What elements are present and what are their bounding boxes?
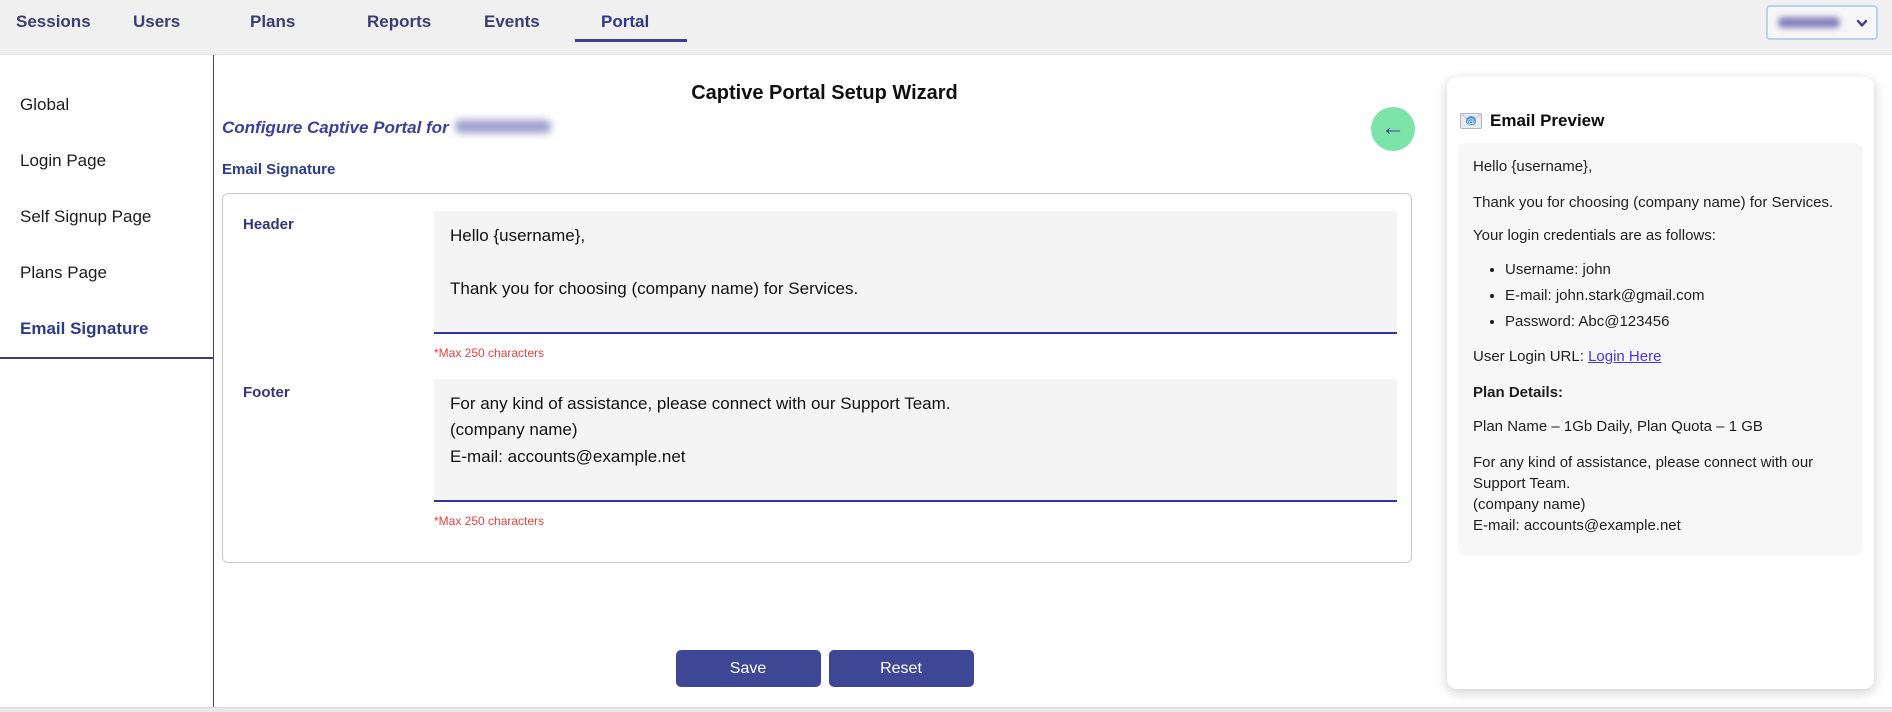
sidebar-item-global[interactable]: Global xyxy=(0,77,213,133)
header-max-chars-hint: *Max 250 characters xyxy=(434,346,544,360)
page-bottom-edge xyxy=(0,707,1892,712)
preview-credentials-intro: Your login credentials are as follows: xyxy=(1473,226,1847,246)
preview-thanks: Thank you for choosing (company name) fo… xyxy=(1473,193,1847,213)
preview-greeting: Hello {username}, xyxy=(1473,157,1847,177)
page-title: Captive Portal Setup Wizard xyxy=(214,82,1435,105)
preview-footer-line: E-mail: accounts@example.net xyxy=(1473,516,1847,536)
save-button[interactable]: Save xyxy=(676,650,821,687)
preview-footer-line: (company name) xyxy=(1473,495,1847,515)
sidebar-item-email-signature[interactable]: Email Signature xyxy=(0,301,213,357)
credential-username: Username: john xyxy=(1505,260,1847,280)
login-url-row: User Login URL: Login Here xyxy=(1473,347,1847,367)
credentials-list: Username: john E-mail: john.stark@gmail.… xyxy=(1473,260,1847,333)
sidebar-item-label: Self Signup Page xyxy=(20,207,151,226)
arrow-left-icon: ← xyxy=(1381,116,1405,140)
tab-sessions[interactable]: Sessions xyxy=(16,0,133,42)
tab-sessions-label: Sessions xyxy=(16,12,91,39)
sidebar-item-login-page[interactable]: Login Page xyxy=(0,133,213,189)
sidebar-item-label: Plans Page xyxy=(20,263,107,282)
email-preview-body: Hello {username}, Thank you for choosing… xyxy=(1458,143,1863,555)
sidebar-divider xyxy=(213,55,214,707)
tab-portal-label: Portal xyxy=(601,12,649,39)
credential-password: Password: Abc@123456 xyxy=(1505,312,1847,332)
tab-reports-label: Reports xyxy=(367,12,431,39)
header-field-label: Header xyxy=(243,216,294,233)
tab-plans[interactable]: Plans xyxy=(250,0,367,42)
active-tab-underline xyxy=(575,39,687,42)
account-dropdown[interactable] xyxy=(1766,5,1878,40)
sidebar-item-self-signup-page[interactable]: Self Signup Page xyxy=(0,189,213,245)
plan-details-label: Plan Details: xyxy=(1473,383,1847,403)
tab-events[interactable]: Events xyxy=(484,0,601,42)
redacted-company-name xyxy=(455,120,551,133)
preview-footer-line: For any kind of assistance, please conne… xyxy=(1473,453,1847,494)
header-textarea[interactable]: Hello {username}, Thank you for choosing… xyxy=(434,211,1397,334)
tab-reports[interactable]: Reports xyxy=(367,0,484,42)
email-icon: @ xyxy=(1460,113,1482,129)
tab-users-label: Users xyxy=(133,12,180,39)
reset-button[interactable]: Reset xyxy=(829,650,974,687)
login-url-label: User Login URL: xyxy=(1473,348,1588,365)
footer-textarea[interactable]: For any kind of assistance, please conne… xyxy=(434,379,1397,502)
tab-users[interactable]: Users xyxy=(133,0,250,42)
plan-details-value: Plan Name – 1Gb Daily, Plan Quota – 1 GB xyxy=(1473,417,1847,437)
sidebar-item-label: Email Signature xyxy=(20,319,148,338)
configure-subtitle-text: Configure Captive Portal for xyxy=(222,118,449,137)
chevron-down-icon xyxy=(1856,17,1868,29)
tab-portal[interactable]: Portal xyxy=(601,0,718,42)
configure-subtitle: Configure Captive Portal for xyxy=(222,118,551,138)
redacted-account-name xyxy=(1778,17,1840,28)
email-signature-section-label: Email Signature xyxy=(222,161,335,178)
sidebar-item-plans-page[interactable]: Plans Page xyxy=(0,245,213,301)
tab-events-label: Events xyxy=(484,12,540,39)
sidebar-active-underline xyxy=(0,357,213,359)
footer-field-label: Footer xyxy=(243,384,290,401)
back-button[interactable]: ← xyxy=(1371,107,1415,151)
svg-text:@: @ xyxy=(1467,117,1475,126)
captive-portal-app: Sessions Users Plans Reports Events Port… xyxy=(0,0,1892,712)
form-actions: Save Reset xyxy=(214,650,1435,687)
email-signature-form: Header Hello {username}, Thank you for c… xyxy=(222,193,1412,563)
preview-footer-block: For any kind of assistance, please conne… xyxy=(1473,453,1847,536)
top-navigation-bar: Sessions Users Plans Reports Events Port… xyxy=(0,0,1892,55)
sidebar-item-label: Global xyxy=(20,95,69,114)
credential-email: E-mail: john.stark@gmail.com xyxy=(1505,286,1847,306)
sidebar-nav: Global Login Page Self Signup Page Plans… xyxy=(0,55,213,707)
email-preview-card: @ Email Preview Hello {username}, Thank … xyxy=(1447,77,1874,689)
email-preview-header: @ Email Preview xyxy=(1447,77,1874,143)
nav-tabs: Sessions Users Plans Reports Events Port… xyxy=(0,0,718,42)
email-preview-title: Email Preview xyxy=(1490,111,1604,131)
sidebar-item-label: Login Page xyxy=(20,151,106,170)
tab-plans-label: Plans xyxy=(250,12,295,39)
login-here-link[interactable]: Login Here xyxy=(1588,348,1661,365)
footer-max-chars-hint: *Max 250 characters xyxy=(434,514,544,528)
